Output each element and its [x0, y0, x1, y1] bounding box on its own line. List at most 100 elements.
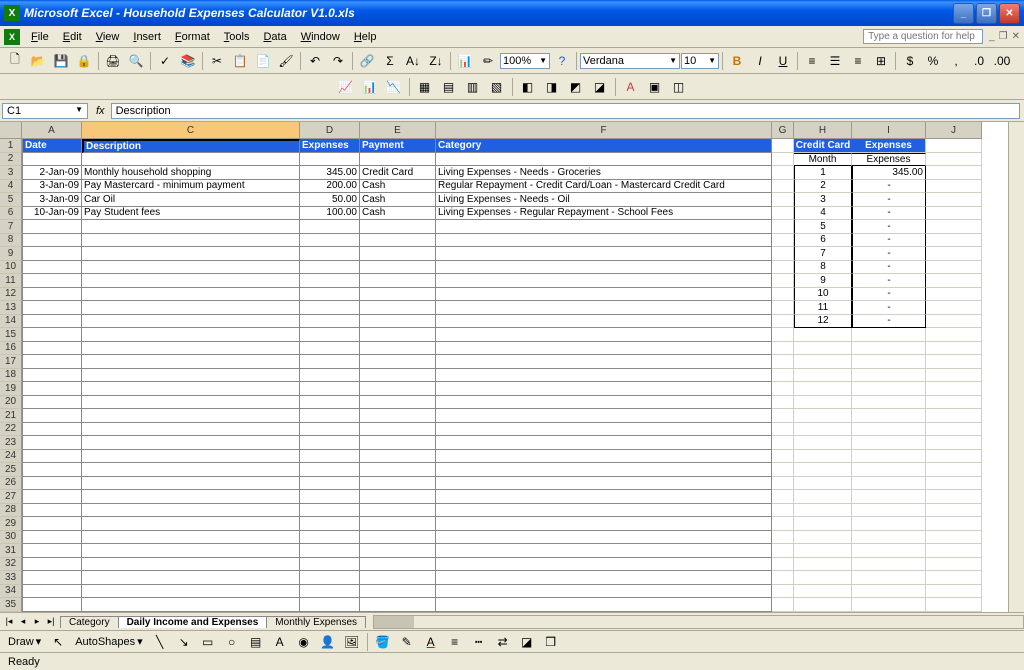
cell[interactable] — [436, 234, 772, 248]
cell[interactable] — [436, 288, 772, 302]
sheet-tab[interactable]: Monthly Expenses — [266, 616, 366, 628]
cell[interactable] — [82, 396, 300, 410]
row-header[interactable]: 31 — [0, 544, 22, 558]
cell[interactable] — [436, 261, 772, 275]
col-header-I[interactable]: I — [852, 122, 926, 139]
cell[interactable]: 4 — [794, 207, 852, 221]
arrow-style-icon[interactable]: ⇄ — [492, 631, 514, 653]
sort-desc-icon[interactable]: Z↓ — [425, 50, 447, 72]
cell[interactable] — [82, 369, 300, 383]
undo-icon[interactable]: ↶ — [304, 50, 326, 72]
cell[interactable] — [82, 436, 300, 450]
menu-data[interactable]: Data — [256, 29, 293, 45]
cell[interactable]: Credit Card — [360, 166, 436, 180]
print-icon[interactable]: 🖨 — [102, 50, 124, 72]
font-size-combo[interactable]: 10▼ — [681, 53, 719, 69]
cell[interactable] — [926, 504, 982, 518]
cell[interactable] — [360, 369, 436, 383]
cell[interactable] — [82, 517, 300, 531]
cell[interactable] — [300, 409, 360, 423]
cell[interactable] — [852, 558, 926, 572]
cell[interactable]: 3-Jan-09 — [22, 193, 82, 207]
excel-doc-icon[interactable]: X — [4, 29, 20, 45]
row-header[interactable]: 3 — [0, 166, 22, 180]
cell[interactable] — [926, 490, 982, 504]
row-header[interactable]: 11 — [0, 274, 22, 288]
cell[interactable] — [22, 436, 82, 450]
cell[interactable]: Expenses — [300, 139, 360, 153]
cell[interactable]: 3-Jan-09 — [22, 180, 82, 194]
cell[interactable] — [360, 436, 436, 450]
cell[interactable] — [772, 153, 794, 167]
menu-format[interactable]: Format — [168, 29, 217, 45]
cell[interactable] — [360, 234, 436, 248]
line-color-icon[interactable]: ✎ — [396, 631, 418, 653]
cell[interactable] — [772, 409, 794, 423]
new-icon[interactable]: 🗋 — [4, 50, 26, 72]
row-header[interactable]: 28 — [0, 504, 22, 518]
cell[interactable] — [436, 247, 772, 261]
cell[interactable] — [360, 396, 436, 410]
cell[interactable]: - — [852, 193, 926, 207]
row-header[interactable]: 1 — [0, 139, 22, 153]
cell[interactable] — [436, 355, 772, 369]
row-header[interactable]: 27 — [0, 490, 22, 504]
cell[interactable] — [360, 315, 436, 329]
cell[interactable] — [360, 544, 436, 558]
cell[interactable] — [436, 328, 772, 342]
cell[interactable] — [852, 342, 926, 356]
cell[interactable] — [300, 571, 360, 585]
row-header[interactable]: 13 — [0, 301, 22, 315]
sheet-tab[interactable]: Daily Income and Expenses — [118, 616, 268, 628]
zoom-combo[interactable]: 100%▼ — [500, 53, 550, 69]
cell[interactable] — [772, 139, 794, 153]
merge-center-icon[interactable]: ⊞ — [870, 50, 892, 72]
row-header[interactable]: 19 — [0, 382, 22, 396]
cell[interactable] — [436, 274, 772, 288]
cell[interactable] — [926, 220, 982, 234]
row-header[interactable]: 16 — [0, 342, 22, 356]
row-header[interactable]: 5 — [0, 193, 22, 207]
cell[interactable] — [772, 193, 794, 207]
cell[interactable] — [852, 396, 926, 410]
cell[interactable] — [772, 558, 794, 572]
cell[interactable] — [360, 342, 436, 356]
sort-asc-icon[interactable]: A↓ — [402, 50, 424, 72]
cell[interactable]: 9 — [794, 274, 852, 288]
cell[interactable]: Payment — [360, 139, 436, 153]
cell[interactable] — [436, 450, 772, 464]
cell[interactable]: Month — [794, 153, 852, 167]
cell[interactable] — [926, 558, 982, 572]
cell[interactable]: - — [852, 301, 926, 315]
cell[interactable] — [772, 207, 794, 221]
fx-icon[interactable]: fx — [90, 105, 111, 117]
cell[interactable]: 3 — [794, 193, 852, 207]
cell[interactable] — [22, 504, 82, 518]
decrease-decimal-icon[interactable]: .00 — [991, 50, 1013, 72]
cell[interactable] — [772, 423, 794, 437]
bold-icon[interactable]: B — [726, 50, 748, 72]
cell[interactable] — [436, 517, 772, 531]
cell[interactable] — [926, 409, 982, 423]
cell[interactable] — [22, 261, 82, 275]
cell[interactable] — [794, 504, 852, 518]
cell[interactable] — [300, 220, 360, 234]
cell[interactable] — [22, 382, 82, 396]
cell[interactable] — [772, 450, 794, 464]
cell[interactable] — [794, 328, 852, 342]
cell[interactable] — [852, 531, 926, 545]
cell[interactable] — [436, 585, 772, 599]
cell[interactable] — [22, 355, 82, 369]
row-header[interactable]: 7 — [0, 220, 22, 234]
row-header[interactable]: 26 — [0, 477, 22, 491]
cell[interactable]: Car Oil — [82, 193, 300, 207]
chart-opt-1-icon[interactable]: ▦ — [414, 76, 436, 98]
cell[interactable] — [82, 234, 300, 248]
cell[interactable] — [300, 531, 360, 545]
cell[interactable] — [300, 261, 360, 275]
cell[interactable]: 1 — [794, 166, 852, 180]
percent-icon[interactable]: % — [922, 50, 944, 72]
cell[interactable] — [436, 531, 772, 545]
cell[interactable] — [360, 571, 436, 585]
cell[interactable] — [852, 450, 926, 464]
